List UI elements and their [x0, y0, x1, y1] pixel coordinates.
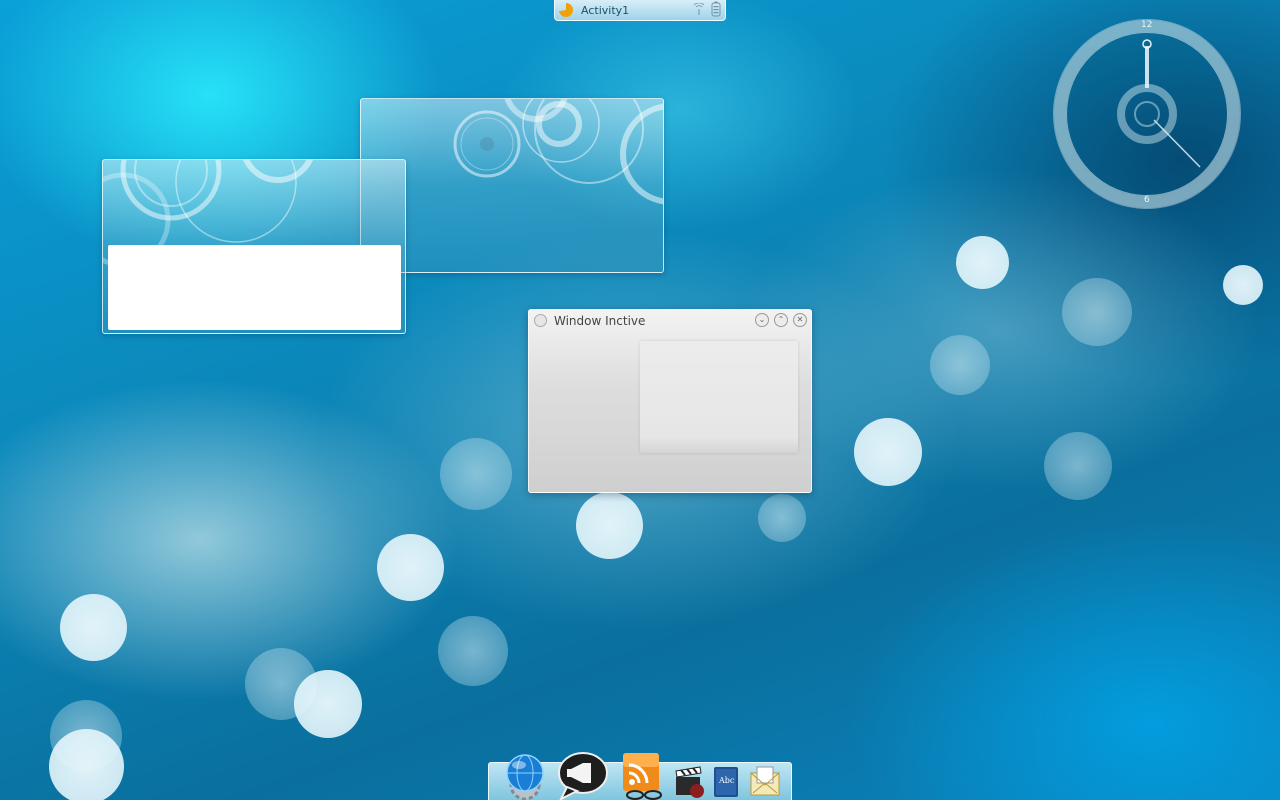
bokeh-light — [49, 729, 124, 800]
inactive-window[interactable]: Window Inctive ⌄ ⌃ ✕ — [528, 309, 812, 493]
svg-text:Abc: Abc — [718, 776, 735, 785]
battery-icon[interactable] — [711, 1, 721, 20]
video-clapper-icon[interactable] — [673, 765, 707, 800]
close-icon[interactable]: ✕ — [793, 313, 807, 327]
bokeh-light — [1223, 265, 1263, 305]
bokeh-light — [854, 418, 922, 486]
bokeh-light — [440, 438, 512, 510]
dock-panel[interactable]: Abc — [488, 752, 792, 800]
bokeh-light — [438, 616, 508, 686]
bokeh-light — [377, 534, 444, 601]
minimize-icon[interactable]: ⌄ — [755, 313, 769, 327]
bokeh-light — [930, 335, 990, 395]
window-content-area[interactable] — [108, 245, 401, 330]
network-icon[interactable] — [693, 1, 705, 18]
bokeh-light — [1044, 432, 1112, 500]
rss-feed-icon[interactable] — [617, 751, 669, 800]
activity-label[interactable]: Activity1 — [581, 4, 687, 17]
window-content-area[interactable] — [640, 341, 798, 453]
clock-label-12: 12 — [1141, 20, 1153, 30]
bokeh-light — [1062, 278, 1132, 346]
bokeh-light — [60, 594, 127, 661]
maximize-icon[interactable]: ⌃ — [774, 313, 788, 327]
analog-clock-widget[interactable]: 12 6 — [1054, 20, 1240, 208]
clock-face-icon — [1117, 39, 1201, 168]
activity-switcher-icon[interactable] — [559, 3, 573, 17]
bokeh-light — [956, 236, 1009, 289]
rings-decoration-icon — [453, 99, 663, 205]
glass-window[interactable] — [102, 159, 406, 334]
megaphone-chat-icon[interactable] — [557, 751, 609, 800]
clock-label-6: 6 — [1144, 195, 1150, 205]
mail-envelope-icon[interactable] — [747, 763, 783, 800]
bokeh-light — [576, 492, 643, 559]
dictionary-book-icon[interactable]: Abc — [711, 765, 741, 800]
browser-globe-icon[interactable] — [499, 751, 551, 800]
window-menu-icon[interactable] — [534, 314, 547, 327]
activity-bar[interactable]: Activity1 — [554, 0, 726, 21]
bokeh-light — [758, 494, 806, 542]
bokeh-light — [294, 670, 362, 738]
window-title: Window Inctive — [554, 314, 646, 328]
